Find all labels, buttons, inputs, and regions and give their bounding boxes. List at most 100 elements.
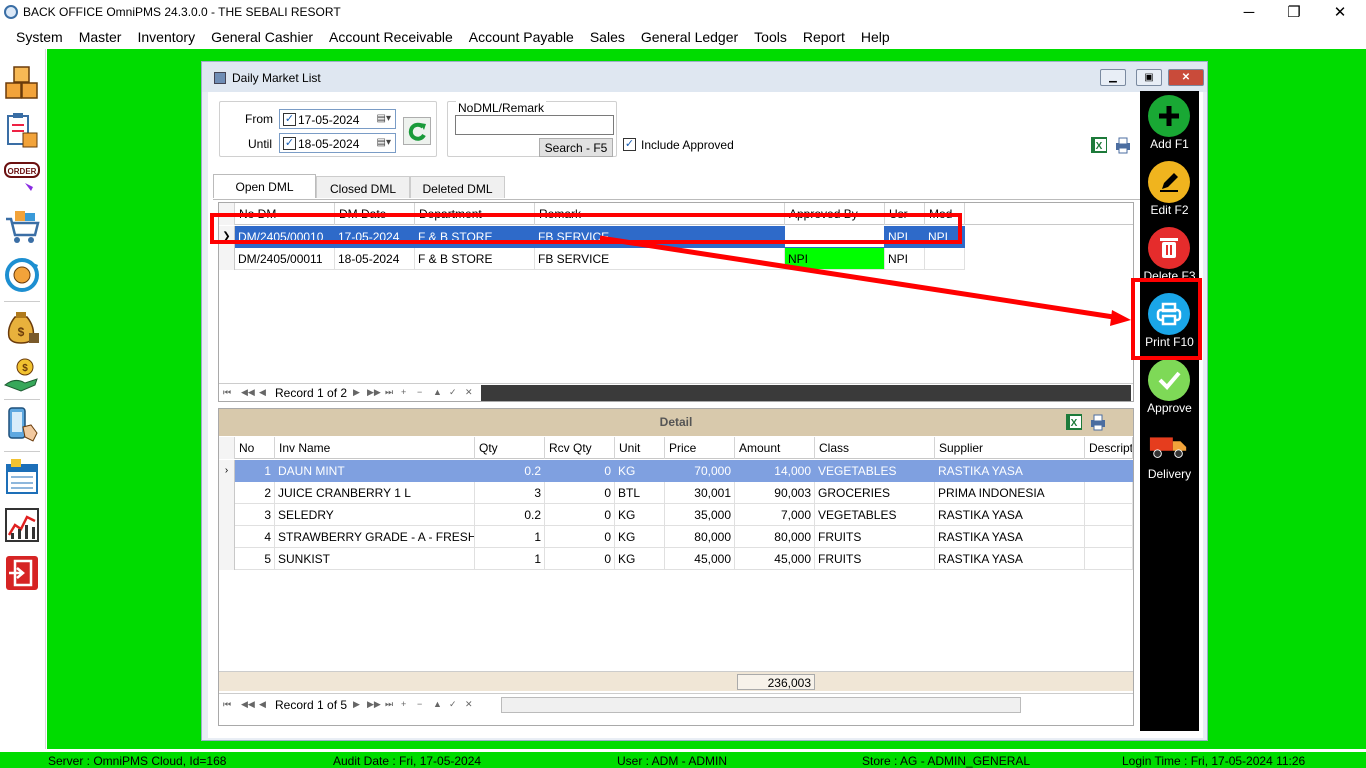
col-amount[interactable]: Amount (735, 437, 815, 459)
edit-f2-button[interactable]: Edit F2 (1140, 159, 1199, 223)
horizontal-scrollbar[interactable] (501, 697, 1021, 713)
add-f1-button[interactable]: Add F1 (1140, 93, 1199, 157)
sync-icon[interactable] (3, 255, 41, 295)
menu-tools[interactable]: Tools (746, 26, 795, 49)
menu-help[interactable]: Help (853, 26, 898, 49)
nav-next-page-icon[interactable]: ▶▶ (367, 387, 381, 398)
col-supplier[interactable]: Supplier (935, 437, 1085, 459)
nav-up-icon[interactable]: ▲ (433, 699, 442, 709)
include-approved-checkbox[interactable]: ✓ (623, 138, 636, 151)
col-price[interactable]: Price (665, 437, 735, 459)
col-unit[interactable]: Unit (615, 437, 665, 459)
cell-amount: 80,000 (735, 526, 815, 548)
menu-general-ledger[interactable]: General Ledger (633, 26, 746, 49)
exit-icon[interactable] (3, 553, 41, 593)
menu-report[interactable]: Report (795, 26, 853, 49)
excel-export-icon[interactable]: X (1090, 136, 1108, 154)
col-qty[interactable]: Qty (475, 437, 545, 459)
col-rcv-qty[interactable]: Rcv Qty (545, 437, 615, 459)
money-bag-icon[interactable]: $ (3, 307, 41, 347)
nav-prev-icon[interactable]: ◀ (259, 387, 266, 398)
print-preview-icon[interactable] (1089, 413, 1107, 431)
nav-next-icon[interactable]: ▶ (353, 699, 360, 710)
phone-touch-icon[interactable] (3, 405, 41, 445)
nav-up-icon[interactable]: ▲ (433, 387, 442, 397)
calendar-dropdown-icon[interactable]: ▤▾ (377, 113, 391, 124)
restore-button[interactable]: ❐ (1272, 0, 1316, 24)
shopping-cart-icon[interactable] (3, 207, 41, 247)
menu-account-receivable[interactable]: Account Receivable (321, 26, 461, 49)
cell-inv-name: SELEDRY (275, 504, 475, 526)
cell-supplier: RASTIKA YASA (935, 526, 1085, 548)
nav-prev-page-icon[interactable]: ◀◀ (241, 699, 255, 710)
menu-sales[interactable]: Sales (582, 26, 633, 49)
child-close-button[interactable]: ✕ (1168, 69, 1204, 86)
col-class[interactable]: Class (815, 437, 935, 459)
table-row[interactable]: 4 STRAWBERRY GRADE - A - FRESH 1 0 KG 80,000 8… (219, 526, 1133, 548)
nav-next-page-icon[interactable]: ▶▶ (367, 699, 381, 710)
search-button[interactable]: Search - F5 (539, 138, 613, 157)
close-button[interactable]: ✕ (1318, 0, 1362, 24)
horizontal-scrollbar[interactable] (481, 385, 1131, 401)
nav-first-icon[interactable]: ⏮ (223, 387, 231, 398)
nav-add-icon[interactable]: + (401, 387, 406, 397)
nav-cancel-icon[interactable]: ✕ (465, 387, 473, 398)
col-description[interactable]: Descripti (1085, 437, 1133, 459)
chart-icon[interactable] (3, 505, 41, 545)
table-row[interactable]: DM/2405/00011 18-05-2024 F & B STORE FB … (219, 248, 965, 270)
cell-price: 35,000 (665, 504, 735, 526)
menu-master[interactable]: Master (71, 26, 130, 49)
menu-account-payable[interactable]: Account Payable (461, 26, 582, 49)
calendar-dropdown-icon[interactable]: ▤▾ (377, 137, 391, 148)
calendar-report-icon[interactable] (3, 457, 41, 497)
menu-general-cashier[interactable]: General Cashier (203, 26, 321, 49)
hand-money-icon[interactable]: $ (3, 355, 41, 395)
nodml-input[interactable] (455, 115, 614, 135)
menu-system[interactable]: System (8, 26, 71, 49)
delivery-button[interactable]: Delivery (1140, 423, 1199, 487)
table-row[interactable]: 2 JUICE CRANBERRY 1 L 3 0 BTL 30,001 90,003 GRO… (219, 482, 1133, 504)
refresh-button[interactable] (403, 117, 431, 145)
order-icon[interactable]: ORDER (3, 159, 41, 199)
nav-check-icon[interactable]: ✓ (449, 387, 457, 398)
print-preview-icon[interactable] (1114, 136, 1132, 154)
cell-qty: 1 (475, 526, 545, 548)
nav-last-icon[interactable]: ⏭ (385, 699, 393, 710)
nav-last-icon[interactable]: ⏭ (385, 387, 393, 398)
row-indicator (219, 248, 235, 270)
master-record-text: Record 1 of 2 (275, 386, 348, 400)
table-row[interactable]: 5 SUNKIST 1 0 KG 45,000 45,000 FRUITS RASTIKA YA… (219, 548, 1133, 570)
tab-deleted-dml[interactable]: Deleted DML (410, 176, 505, 198)
until-date-picker[interactable]: ✓ 18-05-2024 ▤▾ (279, 133, 396, 153)
minimize-button[interactable]: ─ (1227, 0, 1271, 24)
nav-cancel-icon[interactable]: ✕ (465, 699, 473, 710)
nav-delete-icon[interactable]: − (417, 387, 422, 397)
menu-inventory[interactable]: Inventory (129, 26, 203, 49)
from-date-picker[interactable]: ✓ 17-05-2024 ▤▾ (279, 109, 396, 129)
nav-prev-page-icon[interactable]: ◀◀ (241, 387, 255, 398)
plus-icon (1148, 95, 1190, 137)
nav-check-icon[interactable]: ✓ (449, 699, 457, 710)
col-inv-name[interactable]: Inv Name (275, 437, 475, 459)
clipboard-box-icon[interactable] (3, 111, 41, 151)
tab-closed-dml[interactable]: Closed DML (316, 176, 410, 198)
child-maximize-button[interactable]: ▣ (1136, 69, 1162, 86)
table-row[interactable]: 3 SELEDRY 0.2 0 KG 35,000 7,000 VEGETABLES RASTI… (219, 504, 1133, 526)
total-amount: 236,003 (737, 674, 815, 690)
approve-button[interactable]: Approve (1140, 357, 1199, 421)
until-date-checkbox[interactable]: ✓ (283, 137, 296, 150)
child-minimize-button[interactable]: ▁ (1100, 69, 1126, 86)
left-toolbar: ORDER $ $ (0, 49, 46, 749)
nav-add-icon[interactable]: + (401, 699, 406, 709)
nav-next-icon[interactable]: ▶ (353, 387, 360, 398)
tab-open-dml[interactable]: Open DML (213, 174, 316, 198)
nav-delete-icon[interactable]: − (417, 699, 422, 709)
nav-prev-icon[interactable]: ◀ (259, 699, 266, 710)
table-row[interactable]: › 1 DAUN MINT 0.2 0 KG 70,000 14,000 VEGETABLES R… (219, 460, 1133, 482)
boxes-icon[interactable] (3, 63, 41, 103)
row-indicator (219, 548, 235, 570)
from-date-checkbox[interactable]: ✓ (283, 113, 296, 126)
excel-export-icon[interactable]: X (1065, 413, 1083, 431)
nav-first-icon[interactable]: ⏮ (223, 699, 231, 710)
col-no[interactable]: No (235, 437, 275, 459)
